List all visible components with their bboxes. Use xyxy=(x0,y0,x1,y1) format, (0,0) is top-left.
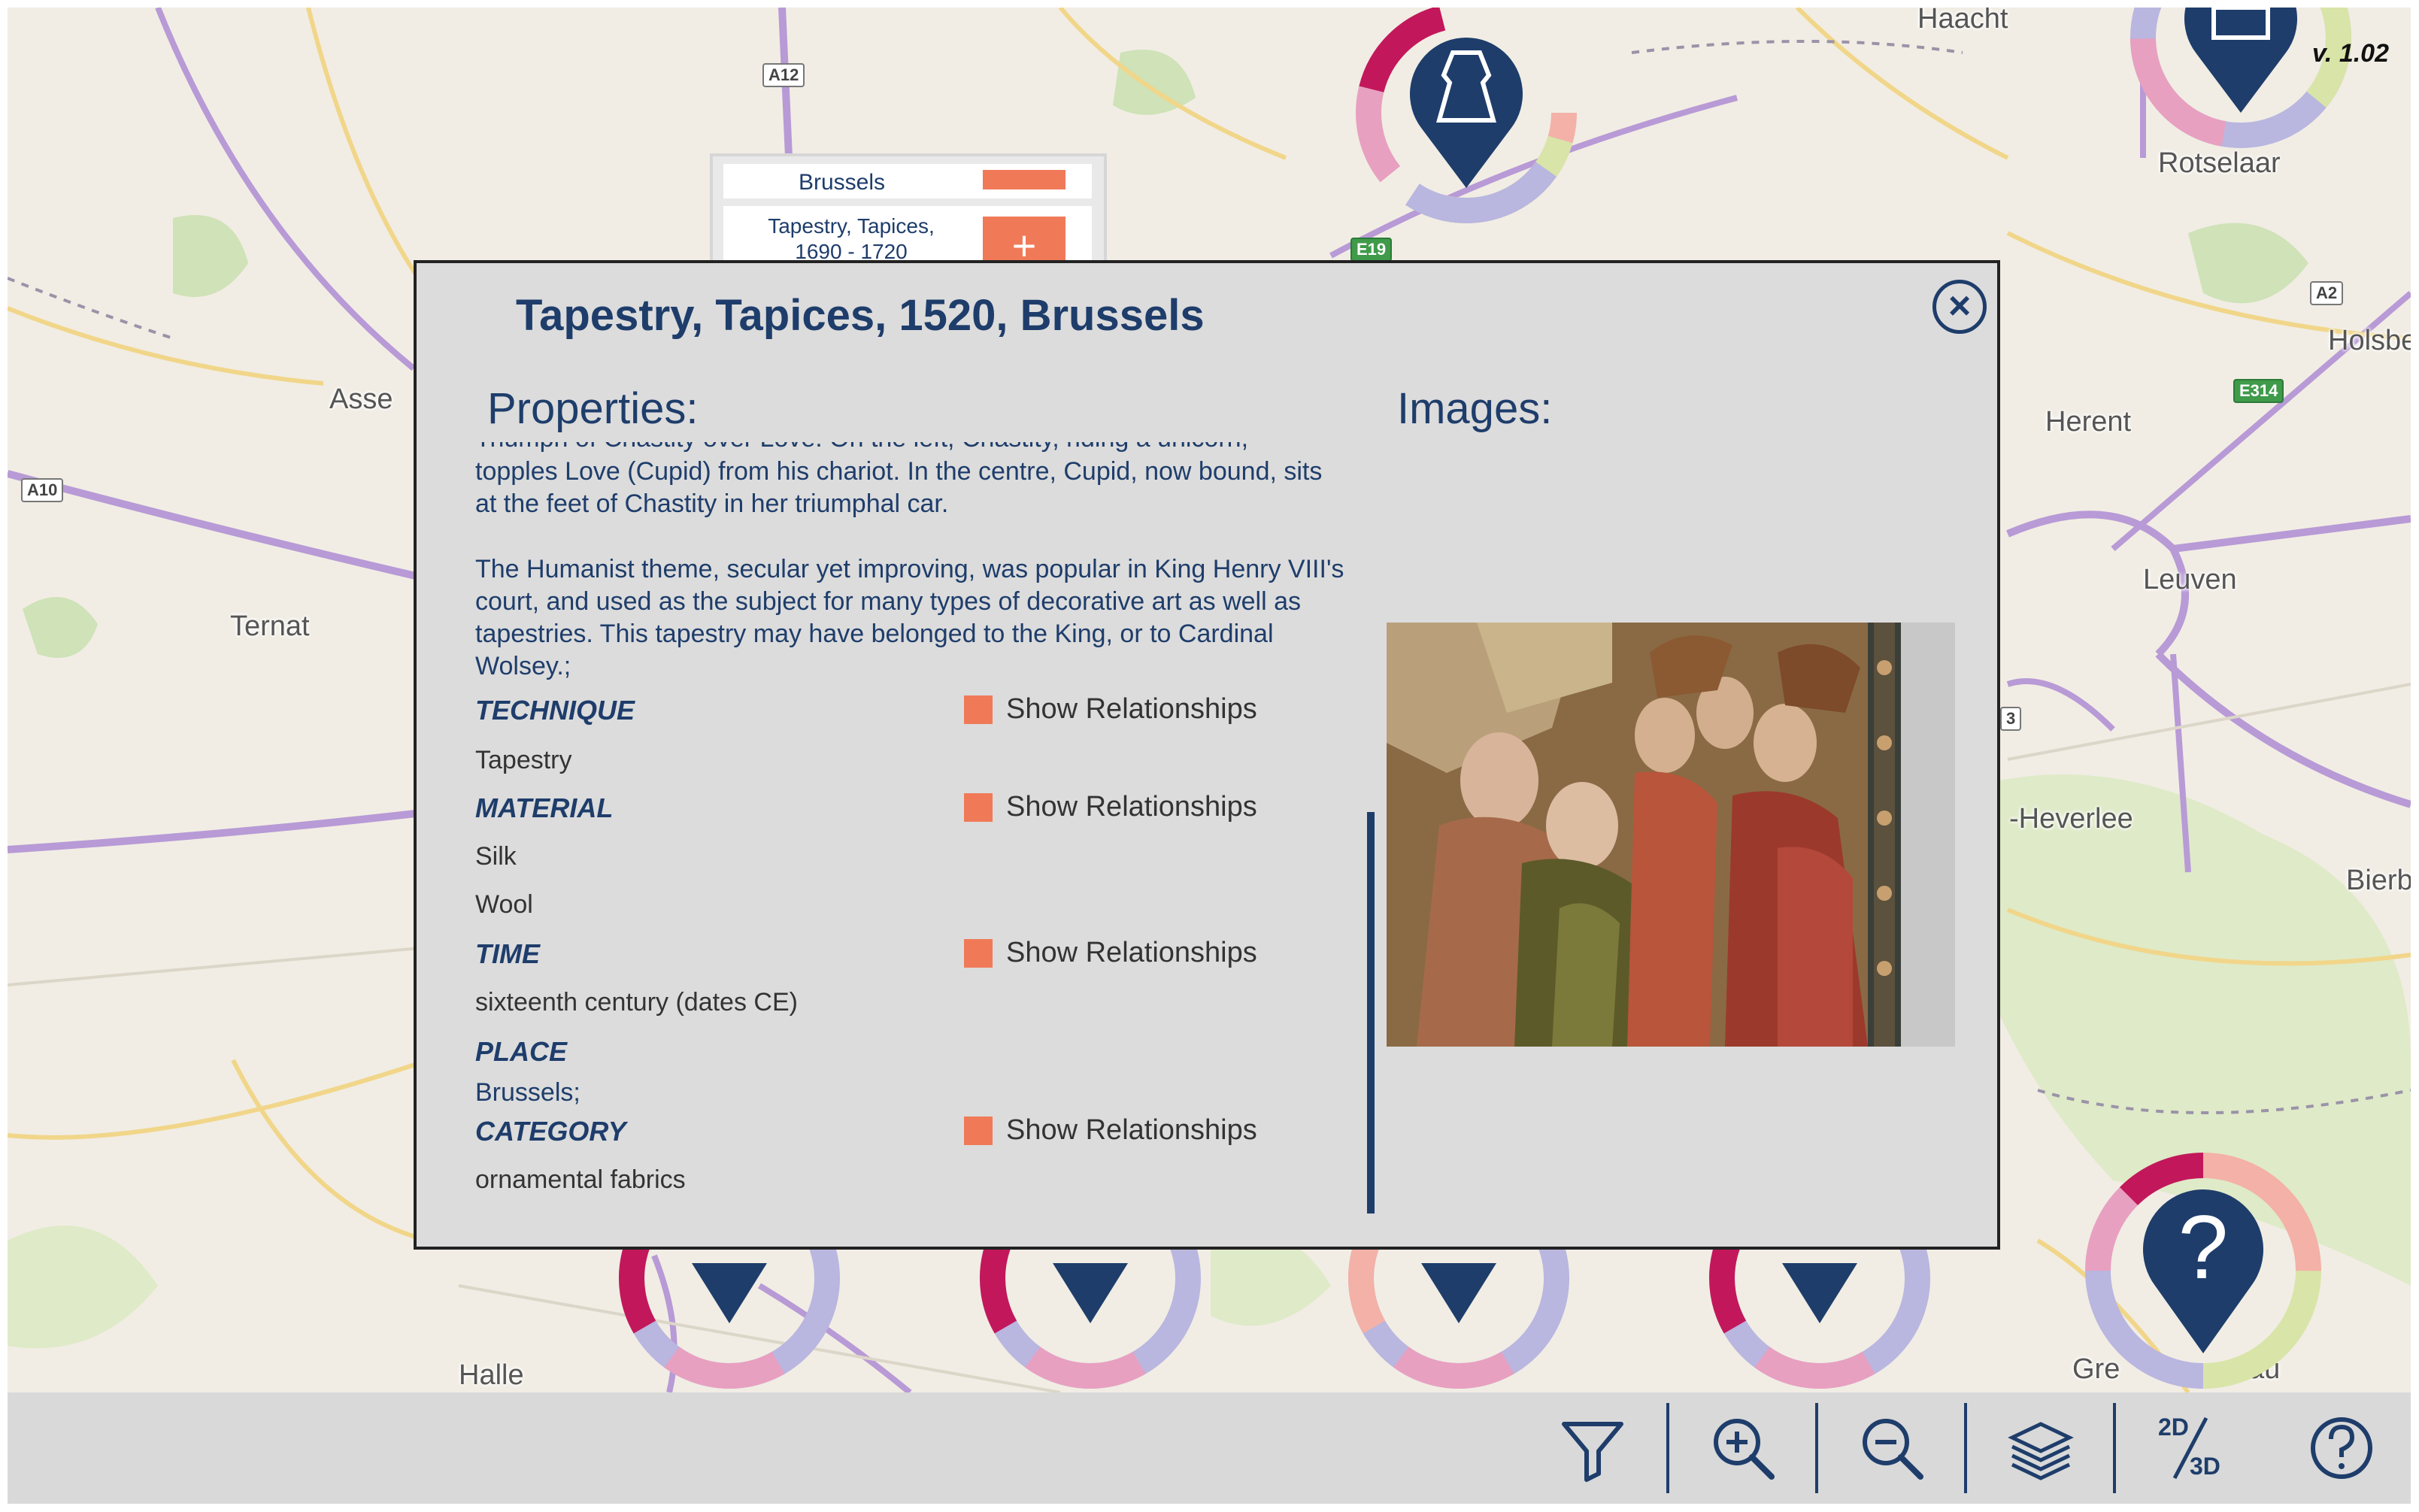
printer-marker[interactable] xyxy=(2105,8,2376,188)
mini-popup-swatch xyxy=(983,170,1066,189)
help-icon[interactable] xyxy=(2304,1410,2379,1486)
time-value: sixteenth century (dates CE) xyxy=(475,988,798,1017)
images-heading: Images: xyxy=(1397,384,1553,433)
place-label: Haacht xyxy=(1917,8,2008,35)
place-label: Halle xyxy=(459,1359,524,1391)
version-label: v. 1.02 xyxy=(2311,39,2389,68)
road-shield: 3 xyxy=(2000,707,2022,731)
close-icon[interactable]: × xyxy=(1932,280,1987,334)
properties-heading: Properties: xyxy=(487,384,699,433)
road-shield: A2 xyxy=(2310,281,2344,305)
show-relationships-label: Show Relationships xyxy=(1006,693,1257,725)
relationship-checkbox-icon xyxy=(964,938,993,968)
svg-text:?: ? xyxy=(2178,1197,2229,1298)
technique-label: TECHNIQUE xyxy=(475,695,635,726)
show-relationships-label: Show Relationships xyxy=(1006,791,1257,823)
modal-title: Tapestry, Tapices, 1520, Brussels xyxy=(516,291,1205,340)
mini-popup-item: Tapestry, Tapices, 1690 - 1720 xyxy=(768,214,935,263)
scrollbar[interactable] xyxy=(1367,812,1375,1214)
description-partial: Triumph of Chastity over Love. On the le… xyxy=(475,442,1347,455)
place-value: Brussels; xyxy=(475,1078,580,1107)
material-show-relationships[interactable]: Show Relationships xyxy=(964,791,1257,823)
bottom-toolbar: 2D 3D xyxy=(8,1392,2411,1504)
zoom-out-icon[interactable] xyxy=(1854,1410,1929,1486)
category-label: CATEGORY xyxy=(475,1116,626,1147)
road-shield: A10 xyxy=(21,478,64,502)
show-relationships-label: Show Relationships xyxy=(1006,1114,1257,1146)
description-paragraph-2: The Humanist theme, secular yet improvin… xyxy=(475,555,1344,680)
object-detail-modal: Tapestry, Tapices, 1520, Brussels × Prop… xyxy=(414,260,2000,1250)
relationship-checkbox-icon xyxy=(964,792,993,822)
relationship-checkbox-icon xyxy=(964,695,993,724)
filter-icon[interactable] xyxy=(1555,1410,1630,1486)
zoom-in-icon[interactable] xyxy=(1705,1410,1781,1486)
relationship-checkbox-icon xyxy=(964,1116,993,1145)
place-label: Holsbe xyxy=(2328,325,2411,356)
dress-marker[interactable] xyxy=(1331,8,1602,233)
toolbar-divider xyxy=(1964,1403,1967,1493)
tapestry-image[interactable] xyxy=(1387,623,1955,1047)
layers-icon[interactable] xyxy=(2003,1410,2078,1486)
road-shield: E19 xyxy=(1350,238,1393,262)
mini-popup-city-row: Brussels xyxy=(723,164,1092,198)
place-label: Ternat xyxy=(230,611,310,642)
time-label: TIME xyxy=(475,938,540,969)
dimension-3d-label: 3D xyxy=(2190,1453,2220,1480)
place-label: Bierb xyxy=(2346,865,2411,896)
material-label: MATERIAL xyxy=(475,792,614,823)
place-label: Herent xyxy=(2045,406,2132,438)
toolbar-divider xyxy=(2113,1403,2116,1493)
category-show-relationships[interactable]: Show Relationships xyxy=(964,1114,1257,1147)
question-marker[interactable]: ? xyxy=(2068,1135,2339,1392)
place-label: PLACE xyxy=(475,1036,568,1067)
place-label: Leuven xyxy=(2143,564,2237,595)
time-show-relationships[interactable]: Show Relationships xyxy=(964,937,1257,969)
material-value: Silk xyxy=(475,842,517,871)
dimension-toggle-button[interactable]: 2D 3D xyxy=(2152,1410,2227,1486)
toolbar-divider xyxy=(1815,1403,1818,1493)
show-relationships-label: Show Relationships xyxy=(1006,937,1257,968)
road-shield: A12 xyxy=(762,63,805,87)
technique-value: Tapestry xyxy=(475,746,572,774)
toolbar-divider xyxy=(1666,1403,1669,1493)
material-value: Wool xyxy=(475,890,533,919)
tapestry-image-art xyxy=(1387,623,1955,1047)
description-paragraph-1: topples Love (Cupid) from his chariot. I… xyxy=(475,457,1323,518)
mini-popup-city: Brussels xyxy=(799,170,886,195)
place-label: Asse xyxy=(329,383,393,415)
place-label: -Heverlee xyxy=(2009,803,2133,835)
technique-show-relationships[interactable]: Show Relationships xyxy=(964,693,1257,726)
category-value: ornamental fabrics xyxy=(475,1165,686,1194)
road-shield: E314 xyxy=(2233,379,2284,403)
